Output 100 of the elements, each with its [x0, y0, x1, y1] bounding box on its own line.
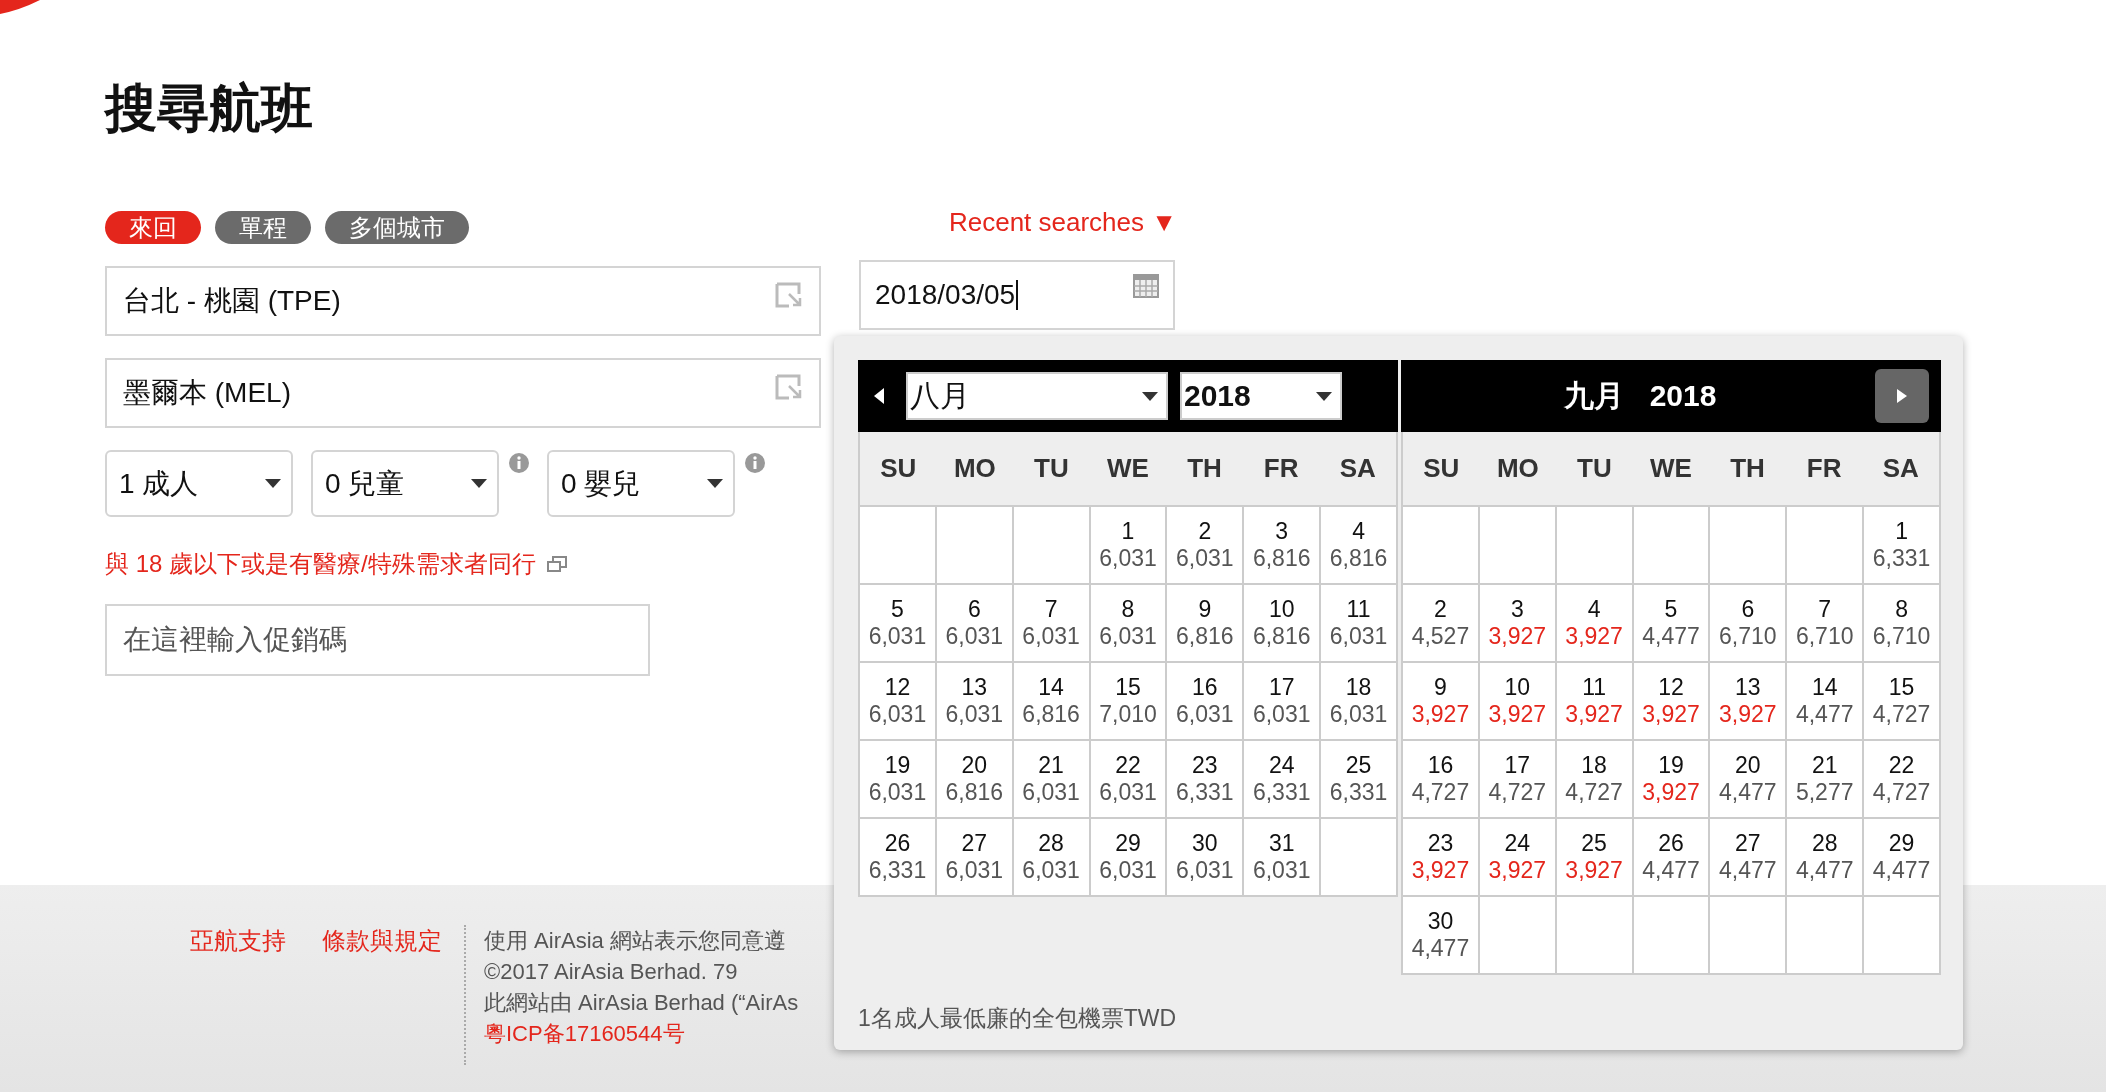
month-dropdown[interactable]: 八月 — [906, 372, 1168, 420]
day-number: 4 — [1352, 518, 1365, 545]
fare-price: 4,727 — [1565, 779, 1623, 806]
calendar-day[interactable]: 24 3,927 — [1479, 819, 1557, 897]
calendar-day[interactable]: 6 6,710 — [1710, 585, 1788, 663]
calendar-day[interactable]: 23 3,927 — [1403, 819, 1480, 897]
date-field[interactable]: 2018/03/05 — [859, 260, 1175, 330]
calendar-day[interactable]: 16 6,031 — [1167, 663, 1245, 741]
calendar-day[interactable]: 19 6,031 — [860, 741, 937, 819]
calendar-day[interactable]: 19 3,927 — [1633, 741, 1711, 819]
guardian-link[interactable]: 與 18 歲以下或是有醫療/特殊需求者同行 — [105, 548, 536, 580]
calendar-day[interactable]: 22 4,727 — [1864, 741, 1941, 819]
calendar-day[interactable]: 15 4,727 — [1864, 663, 1941, 741]
weekday-label: SU — [879, 453, 918, 484]
calendar-day[interactable]: 17 6,031 — [1244, 663, 1322, 741]
calendar-day[interactable]: 20 4,477 — [1710, 741, 1788, 819]
calendar-day[interactable]: 13 6,031 — [936, 663, 1014, 741]
calendar-day[interactable]: 14 4,477 — [1787, 663, 1865, 741]
icp-link[interactable]: 粵ICP备17160544号 — [484, 1018, 819, 1049]
calendar-day[interactable]: 7 6,710 — [1787, 585, 1865, 663]
trip-type-tab[interactable]: 多個城市 — [325, 211, 469, 244]
weekday-label: SU — [1422, 453, 1461, 484]
calendar-day[interactable]: 5 6,031 — [860, 585, 937, 663]
calendar-day[interactable]: 3 6,816 — [1244, 507, 1322, 585]
weekday-label: MO — [952, 453, 997, 484]
promo-code-field[interactable]: 在這裡輸入促銷碼 — [105, 604, 650, 676]
calendar-day[interactable]: 10 3,927 — [1479, 663, 1557, 741]
calendar-day[interactable]: 4 3,927 — [1556, 585, 1634, 663]
fare-price: 6,031 — [868, 623, 927, 650]
calendar-day[interactable]: 6 6,031 — [936, 585, 1014, 663]
calendar-day[interactable]: 30 4,477 — [1403, 897, 1480, 975]
calendar-day[interactable]: 15 7,010 — [1090, 663, 1168, 741]
day-number: 6 — [1741, 596, 1755, 623]
calendar-day[interactable]: 2 6,031 — [1167, 507, 1245, 585]
calendar-day[interactable]: 21 5,277 — [1787, 741, 1865, 819]
calendar-day[interactable]: 17 4,727 — [1479, 741, 1557, 819]
calendar-day[interactable]: 18 4,727 — [1556, 741, 1634, 819]
calendar-day[interactable]: 9 6,816 — [1167, 585, 1245, 663]
calendar-day[interactable]: 27 6,031 — [936, 819, 1014, 897]
info-icon[interactable] — [745, 453, 765, 473]
calendar-day[interactable]: 11 3,927 — [1556, 663, 1634, 741]
calendar-day[interactable]: 28 4,477 — [1787, 819, 1865, 897]
calendar-day[interactable]: 3 3,927 — [1479, 585, 1557, 663]
calendar-day[interactable]: 30 6,031 — [1167, 819, 1245, 897]
info-icon[interactable] — [509, 453, 529, 473]
calendar-day[interactable]: 5 4,477 — [1633, 585, 1711, 663]
weekday-label: MO — [1495, 453, 1540, 484]
calendar-icon[interactable] — [1133, 274, 1159, 298]
recent-searches-link[interactable]: Recent searches ▼ — [948, 205, 1177, 239]
fare-price: 4,477 — [1719, 779, 1777, 806]
calendar-day[interactable]: 26 4,477 — [1633, 819, 1711, 897]
calendar-day[interactable]: 29 6,031 — [1090, 819, 1168, 897]
day-number: 10 — [1504, 674, 1531, 701]
calendar-day[interactable]: 11 6,031 — [1321, 585, 1398, 663]
footer-link[interactable]: 亞航支持 — [190, 925, 286, 957]
calendar-day[interactable]: 26 6,331 — [860, 819, 937, 897]
passenger-dropdown[interactable]: 1 成人 — [105, 450, 293, 517]
fare-price: 3,927 — [1565, 857, 1623, 884]
calendar-day[interactable]: 25 6,331 — [1321, 741, 1398, 819]
day-number: 11 — [1346, 596, 1371, 623]
year-dropdown[interactable]: 2018 — [1180, 372, 1342, 420]
calendar-day[interactable]: 8 6,031 — [1090, 585, 1168, 663]
trip-type-tab[interactable]: 單程 — [215, 211, 311, 244]
calendar-day[interactable]: 2 4,527 — [1403, 585, 1480, 663]
weekday-label: TU — [1576, 453, 1613, 484]
calendar-day[interactable]: 13 3,927 — [1710, 663, 1788, 741]
calendar-day[interactable]: 23 6,331 — [1167, 741, 1245, 819]
calendar-day[interactable]: 8 6,710 — [1864, 585, 1941, 663]
calendar-day[interactable]: 24 6,331 — [1244, 741, 1322, 819]
origin-field[interactable]: 台北 - 桃園 (TPE) — [105, 266, 821, 336]
calendar-day[interactable]: 14 6,816 — [1013, 663, 1091, 741]
calendar-day[interactable]: 10 6,816 — [1244, 585, 1322, 663]
calendar-day[interactable]: 1 6,331 — [1864, 507, 1941, 585]
calendar-day[interactable]: 22 6,031 — [1090, 741, 1168, 819]
calendar-day[interactable]: 27 4,477 — [1710, 819, 1788, 897]
next-month-button[interactable] — [1875, 369, 1929, 423]
calendar-day[interactable]: 31 6,031 — [1244, 819, 1322, 897]
day-number: 12 — [1658, 674, 1684, 701]
calendar-day[interactable]: 7 6,031 — [1013, 585, 1091, 663]
fare-price: 4,527 — [1411, 623, 1470, 650]
calendar-day[interactable]: 28 6,031 — [1013, 819, 1091, 897]
passenger-dropdown[interactable]: 0 嬰兒 — [547, 450, 735, 517]
calendar-day[interactable]: 1 6,031 — [1090, 507, 1168, 585]
calendar-day[interactable]: 4 6,816 — [1321, 507, 1398, 585]
day-number: 24 — [1268, 752, 1295, 779]
calendar-day[interactable]: 16 4,727 — [1403, 741, 1480, 819]
calendar-day[interactable]: 21 6,031 — [1013, 741, 1091, 819]
fare-price: 6,331 — [868, 857, 927, 884]
calendar-day[interactable]: 12 6,031 — [860, 663, 937, 741]
destination-field[interactable]: 墨爾本 (MEL) — [105, 358, 821, 428]
footer-link[interactable]: 條款與規定 — [322, 925, 442, 957]
calendar-day[interactable]: 29 4,477 — [1864, 819, 1941, 897]
trip-type-tab[interactable]: 來回 — [105, 211, 201, 244]
calendar-day[interactable]: 18 6,031 — [1321, 663, 1398, 741]
calendar-day[interactable]: 12 3,927 — [1633, 663, 1711, 741]
calendar-day[interactable]: 9 3,927 — [1403, 663, 1480, 741]
previous-month-icon[interactable] — [874, 388, 886, 404]
calendar-day[interactable]: 25 3,927 — [1556, 819, 1634, 897]
passenger-dropdown[interactable]: 0 兒童 — [311, 450, 499, 517]
calendar-day[interactable]: 20 6,816 — [936, 741, 1014, 819]
